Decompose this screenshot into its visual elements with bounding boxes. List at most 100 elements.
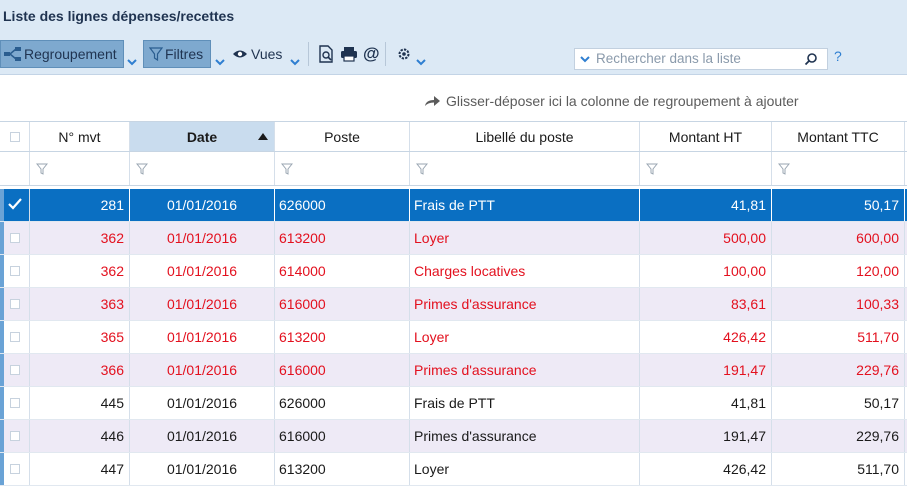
table-row[interactable]: 281 01/01/2016 626000 Frais de PTT 41,81 50,1… (0, 189, 907, 222)
cell-montant-ht: 191,47 (640, 354, 772, 386)
cell-montant-ttc: 511,70 (772, 321, 905, 353)
cell-libelle: Loyer (410, 321, 640, 353)
cell-date: 01/01/2016 (130, 321, 275, 353)
table-row[interactable]: 363 01/01/2016 616000 Primes d'assurance 83,… (0, 288, 907, 321)
cell-date: 01/01/2016 (130, 288, 275, 320)
cell-poste: 613200 (275, 453, 410, 485)
column-header-poste[interactable]: Poste (275, 122, 410, 151)
settings-dropdown-icon[interactable] (415, 56, 427, 68)
cell-montant-ht: 41,81 (640, 387, 772, 419)
group-drop-hint: Glisser-déposer ici la colonne de regrou… (446, 93, 799, 109)
grouping-dropdown-icon[interactable] (126, 56, 138, 68)
cell-mvt: 281 (30, 189, 130, 221)
cell-montant-ht: 100,00 (640, 255, 772, 287)
cell-poste: 626000 (275, 189, 410, 221)
search-input[interactable]: Rechercher dans la liste (596, 51, 741, 66)
filter-icon (36, 163, 48, 175)
cell-montant-ht: 500,00 (640, 222, 772, 254)
column-header-mvt[interactable]: N° mvt (30, 122, 130, 151)
filter-icon (136, 163, 148, 175)
cell-montant-ht: 83,61 (640, 288, 772, 320)
eye-icon (232, 48, 248, 60)
row-checkbox[interactable] (0, 288, 30, 320)
cell-poste: 616000 (275, 354, 410, 386)
email-icon[interactable]: @ (363, 40, 380, 68)
cell-montant-ttc: 229,76 (772, 420, 905, 452)
filter-row (0, 152, 907, 186)
search-options-dropdown-icon[interactable] (579, 53, 591, 65)
row-checkbox[interactable] (0, 387, 30, 419)
filter-icon (416, 163, 428, 175)
column-header-libelle[interactable]: Libellé du poste (410, 122, 640, 151)
row-checkbox[interactable] (0, 453, 30, 485)
filter-montant-ht[interactable] (640, 152, 772, 185)
cell-montant-ttc: 120,00 (772, 255, 905, 287)
cell-mvt: 447 (30, 453, 130, 485)
cell-montant-ttc: 600,00 (772, 222, 905, 254)
cell-montant-ht: 426,42 (640, 453, 772, 485)
settings-icon[interactable] (396, 40, 412, 68)
group-drop-zone[interactable]: Glisser-déposer ici la colonne de regrou… (424, 93, 799, 109)
print-preview-icon[interactable] (318, 40, 334, 68)
column-header-date[interactable]: Date (130, 122, 275, 151)
table-row[interactable]: 362 01/01/2016 614000 Charges locatives 100,… (0, 255, 907, 288)
sort-ascending-icon (258, 133, 268, 140)
table-row[interactable]: 445 01/01/2016 626000 Frais de PTT 41,81 50,1… (0, 387, 907, 420)
filter-icon (646, 163, 658, 175)
search-icon[interactable] (804, 52, 818, 66)
filter-poste[interactable] (275, 152, 410, 185)
header-row: N° mvt Date Poste Libellé du poste Monta… (0, 121, 907, 152)
grouping-label: Regroupement (24, 46, 117, 62)
views-button[interactable]: Vues (232, 40, 290, 68)
table-row[interactable]: 365 01/01/2016 613200 Loyer 426,42 511,70 (0, 321, 907, 354)
table-row[interactable]: 447 01/01/2016 613200 Loyer 426,42 511,70 (0, 453, 907, 486)
row-checkbox[interactable] (0, 321, 30, 353)
row-checkbox[interactable] (0, 420, 30, 452)
views-dropdown-icon[interactable] (289, 56, 301, 68)
cell-poste: 613200 (275, 321, 410, 353)
row-checkbox[interactable] (0, 222, 30, 254)
toolbar-separator (385, 42, 386, 66)
table-row[interactable]: 446 01/01/2016 616000 Primes d'assurance 191… (0, 420, 907, 453)
table-row[interactable]: 366 01/01/2016 616000 Primes d'assurance 191… (0, 354, 907, 387)
cell-montant-ht: 426,42 (640, 321, 772, 353)
cell-mvt: 445 (30, 387, 130, 419)
filter-montant-ttc[interactable] (772, 152, 905, 185)
arrow-icon (424, 95, 441, 107)
cell-libelle: Primes d'assurance (410, 288, 640, 320)
title-bar: Liste des lignes dépenses/recettes (0, 0, 907, 34)
filter-date[interactable] (130, 152, 275, 185)
filter-mvt[interactable] (30, 152, 130, 185)
column-header-montant-ttc[interactable]: Montant TTC (772, 122, 905, 151)
select-all-checkbox[interactable] (0, 122, 30, 151)
cell-mvt: 362 (30, 255, 130, 287)
row-checkbox[interactable] (0, 189, 30, 221)
filter-libelle[interactable] (410, 152, 640, 185)
filters-dropdown-icon[interactable] (214, 56, 226, 68)
cell-libelle: Primes d'assurance (410, 420, 640, 452)
filter-icon (778, 163, 790, 175)
search-box[interactable]: Rechercher dans la liste (574, 48, 828, 70)
filter-icon (281, 163, 293, 175)
help-button[interactable]: ? (834, 48, 842, 64)
cell-montant-ttc: 100,33 (772, 288, 905, 320)
row-checkbox[interactable] (0, 354, 30, 386)
cell-libelle: Frais de PTT (410, 387, 640, 419)
cell-mvt: 363 (30, 288, 130, 320)
cell-poste: 616000 (275, 420, 410, 452)
grouping-button[interactable]: Regroupement (0, 40, 124, 68)
cell-montant-ttc: 229,76 (772, 354, 905, 386)
cell-mvt: 362 (30, 222, 130, 254)
filters-button[interactable]: Filtres (143, 40, 211, 68)
table-row[interactable]: 362 01/01/2016 613200 Loyer 500,00 600,00 (0, 222, 907, 255)
printer-icon[interactable] (340, 40, 358, 68)
cell-date: 01/01/2016 (130, 255, 275, 287)
cell-libelle: Charges locatives (410, 255, 640, 287)
cell-poste: 626000 (275, 387, 410, 419)
row-checkbox[interactable] (0, 255, 30, 287)
column-header-montant-ht[interactable]: Montant HT (640, 122, 772, 151)
cell-date: 01/01/2016 (130, 387, 275, 419)
cell-libelle: Loyer (410, 222, 640, 254)
cell-libelle: Frais de PTT (410, 189, 640, 221)
cell-mvt: 365 (30, 321, 130, 353)
